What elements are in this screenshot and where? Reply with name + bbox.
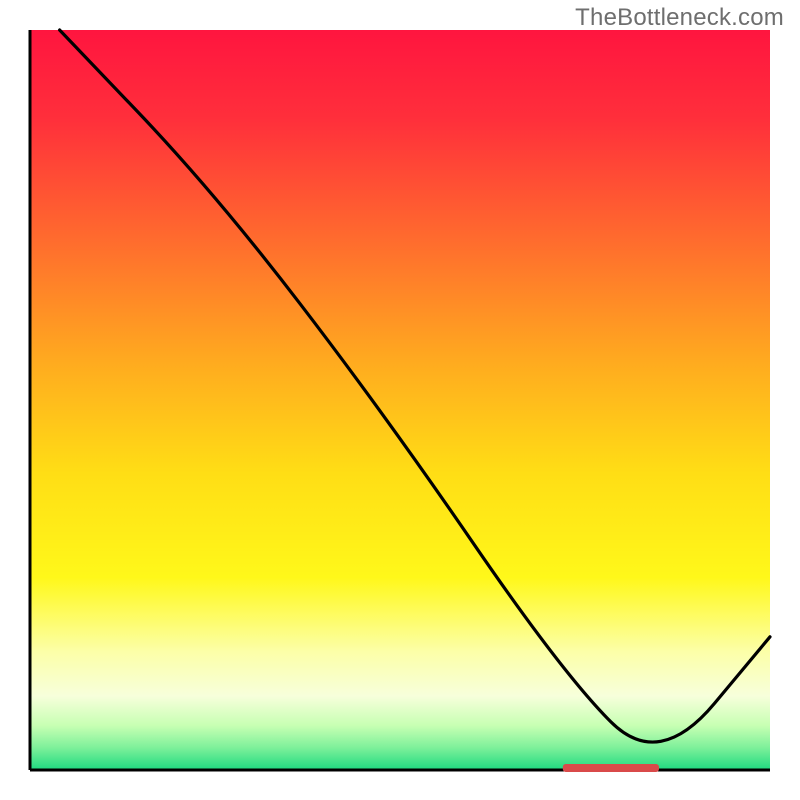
plot-background [30,30,770,770]
chart-stage: TheBottleneck.com [0,0,800,800]
bottleneck-chart [0,0,800,800]
watermark-text: TheBottleneck.com [575,4,784,32]
optimal-marker [563,764,659,772]
